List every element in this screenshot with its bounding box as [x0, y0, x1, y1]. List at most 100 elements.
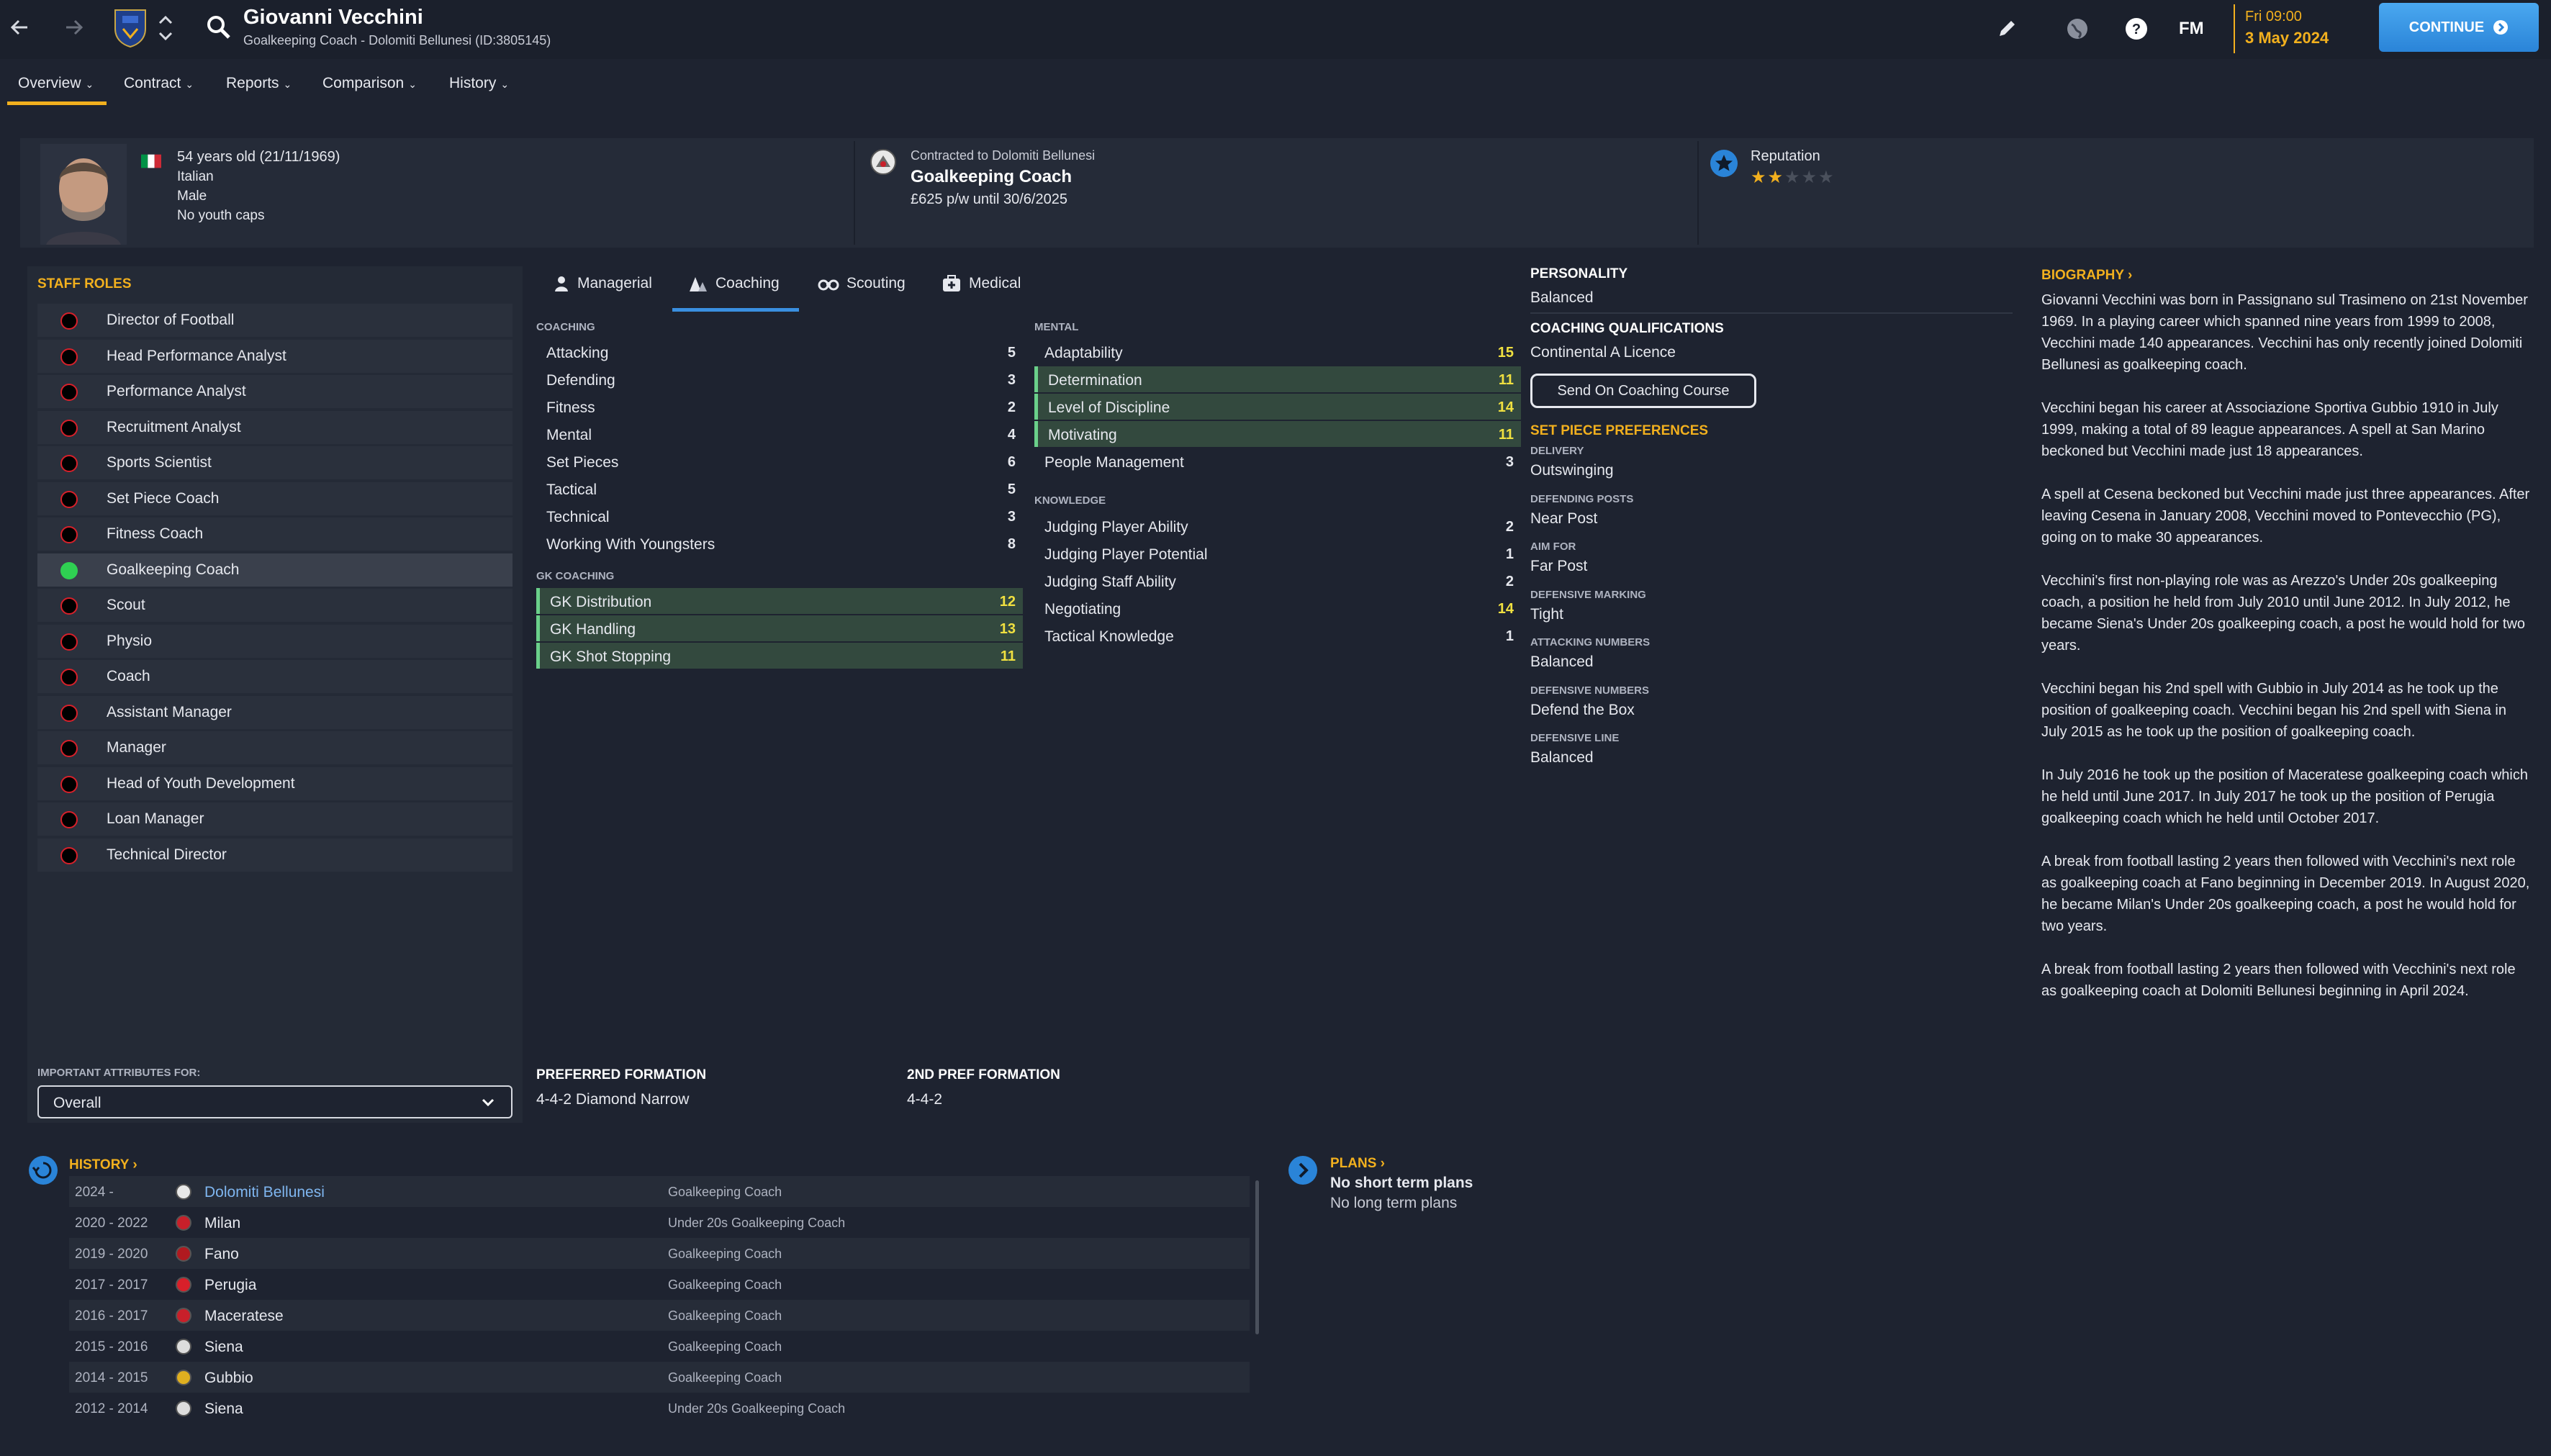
- attribute-value: 12: [999, 594, 1016, 610]
- tab-scouting[interactable]: Scouting: [818, 275, 906, 292]
- staff-role-item[interactable]: Physio: [37, 624, 513, 658]
- club-crest-icon[interactable]: [112, 7, 148, 48]
- world-globe-icon[interactable]: [2064, 16, 2090, 42]
- tab-managerial[interactable]: Managerial: [553, 275, 652, 292]
- help-icon[interactable]: ?: [2123, 16, 2149, 42]
- tab-history[interactable]: History ⌄: [449, 75, 509, 92]
- tab-coaching[interactable]: Coaching: [688, 275, 780, 292]
- history-scrollbar[interactable]: [1255, 1180, 1259, 1334]
- staff-role-item[interactable]: Head of Youth Development: [37, 767, 513, 800]
- tab-overview[interactable]: Overview ⌄: [18, 75, 94, 92]
- history-row[interactable]: 2016 - 2017 Maceratese Goalkeeping Coach: [69, 1300, 1250, 1331]
- staff-role-item[interactable]: Sports Scientist: [37, 446, 513, 479]
- attribute-value: 5: [1007, 481, 1016, 497]
- tab-comparison[interactable]: Comparison ⌄: [322, 75, 417, 92]
- club-badge-icon[interactable]: [870, 148, 897, 176]
- club-badge-icon: [176, 1277, 191, 1293]
- plans-link[interactable]: PLANS ›: [1330, 1156, 1385, 1172]
- history-years: 2015 - 2016: [75, 1339, 148, 1355]
- attribute-value: 13: [999, 621, 1016, 637]
- role-inactive-dot-icon: [60, 384, 78, 401]
- staff-role-item[interactable]: Coach: [37, 660, 513, 693]
- staff-role-item[interactable]: Assistant Manager: [37, 695, 513, 729]
- history-club-link[interactable]: Perugia: [204, 1277, 256, 1294]
- knowledge-group-label: KNOWLEDGE: [1034, 494, 1106, 507]
- plans-arrow-icon: [1288, 1156, 1317, 1185]
- top-bar: Giovanni Vecchini Goalkeeping Coach - Do…: [0, 0, 2551, 59]
- edit-pencil-icon[interactable]: [1994, 16, 2020, 42]
- back-arrow-icon[interactable]: [6, 13, 35, 42]
- history-club-link[interactable]: Siena: [204, 1339, 243, 1356]
- long-term-plans: No long term plans: [1330, 1195, 1458, 1211]
- personality-label: PERSONALITY: [1530, 266, 1628, 281]
- switch-staff-chevrons-icon[interactable]: [157, 10, 174, 46]
- history-link[interactable]: HISTORY ›: [69, 1157, 137, 1173]
- header-divider: [854, 141, 855, 245]
- attribute-name: Technical: [546, 509, 610, 525]
- history-club-link[interactable]: Maceratese: [204, 1308, 284, 1325]
- fm-menu-button[interactable]: FM: [2179, 19, 2204, 39]
- coaching-cones-icon: [690, 277, 707, 291]
- continue-label: CONTINUE: [2408, 19, 2485, 35]
- staff-role-label: Goalkeeping Coach: [107, 561, 240, 578]
- staff-name-title: Giovanni Vecchini: [243, 6, 423, 29]
- tab-reports[interactable]: Reports ⌄: [226, 75, 292, 92]
- staff-photo-avatar[interactable]: [40, 144, 127, 245]
- second-formation-label: 2ND PREF FORMATION: [907, 1067, 1060, 1082]
- staff-role-item[interactable]: Director of Football: [37, 304, 513, 337]
- send-on-coaching-course-button[interactable]: Send On Coaching Course: [1530, 374, 1756, 408]
- role-inactive-dot-icon: [60, 455, 78, 472]
- attribute-row: Fitness 2: [536, 394, 1023, 420]
- staff-role-item[interactable]: Set Piece Coach: [37, 481, 513, 515]
- tab-coaching-label: Coaching: [715, 275, 780, 291]
- history-row[interactable]: 2014 - 2015 Gubbio Goalkeeping Coach: [69, 1362, 1250, 1393]
- club-badge-icon: [176, 1370, 191, 1385]
- short-term-plans: No short term plans: [1330, 1175, 1473, 1191]
- set-piece-label: DEFENSIVE MARKING: [1530, 588, 1646, 601]
- history-row[interactable]: 2012 - 2014 Siena Under 20s Goalkeeping Co…: [69, 1393, 1250, 1424]
- staff-role-item[interactable]: Loan Manager: [37, 802, 513, 836]
- staff-role-item[interactable]: Goalkeeping Coach: [37, 553, 513, 587]
- forward-arrow-icon[interactable]: [59, 13, 88, 42]
- history-club-link[interactable]: Siena: [204, 1401, 243, 1418]
- tab-medical-label: Medical: [969, 275, 1021, 291]
- history-row[interactable]: 2020 - 2022 Milan Under 20s Goalkeeping Co…: [69, 1207, 1250, 1238]
- history-row[interactable]: 2019 - 2020 Fano Goalkeeping Coach: [69, 1238, 1250, 1269]
- role-inactive-dot-icon: [60, 490, 78, 508]
- tab-history-label: History: [449, 75, 497, 91]
- biography-link[interactable]: BIOGRAPHY ›: [2041, 268, 2132, 284]
- attribute-name: People Management: [1044, 454, 1184, 471]
- attribute-row: Tactical 5: [536, 476, 1023, 502]
- history-club-link[interactable]: Dolomiti Bellunesi: [204, 1184, 325, 1201]
- staff-nationality: Italian: [177, 169, 214, 184]
- history-row[interactable]: 2017 - 2017 Perugia Goalkeeping Coach: [69, 1269, 1250, 1300]
- staff-role-item[interactable]: Fitness Coach: [37, 517, 513, 551]
- history-row[interactable]: 2024 - Dolomiti Bellunesi Goalkeeping Coac…: [69, 1176, 1250, 1207]
- set-piece-value: Outswinging: [1530, 462, 1614, 479]
- tab-contract[interactable]: Contract ⌄: [124, 75, 194, 92]
- role-inactive-dot-icon: [60, 811, 78, 828]
- staff-role-item[interactable]: Scout: [37, 589, 513, 622]
- select-value: Overall: [53, 1095, 101, 1111]
- important-attributes-select[interactable]: Overall: [37, 1085, 513, 1118]
- staff-role-item[interactable]: Performance Analyst: [37, 375, 513, 408]
- attribute-name: Judging Staff Ability: [1044, 574, 1176, 590]
- attribute-row: Motivating 11: [1034, 421, 1521, 447]
- continue-button[interactable]: CONTINUE: [2379, 3, 2539, 52]
- staff-role-item[interactable]: Head Performance Analyst: [37, 339, 513, 373]
- history-club-link[interactable]: Milan: [204, 1215, 240, 1232]
- tab-medical[interactable]: Medical: [942, 275, 1021, 292]
- role-inactive-dot-icon: [60, 526, 78, 543]
- staff-role-item[interactable]: Manager: [37, 731, 513, 764]
- history-row[interactable]: 2015 - 2016 Siena Goalkeeping Coach: [69, 1331, 1250, 1362]
- staff-role-item[interactable]: Recruitment Analyst: [37, 410, 513, 444]
- attribute-value: 14: [1497, 601, 1514, 617]
- attribute-name: Negotiating: [1044, 601, 1121, 618]
- history-club-link[interactable]: Fano: [204, 1246, 239, 1263]
- attribute-value: 1: [1505, 546, 1514, 562]
- game-date[interactable]: Fri 09:00 3 May 2024: [2234, 4, 2362, 53]
- attribute-row: Technical 3: [536, 503, 1023, 529]
- staff-role-item[interactable]: Technical Director: [37, 838, 513, 872]
- history-club-link[interactable]: Gubbio: [204, 1370, 253, 1387]
- search-icon[interactable]: [206, 14, 232, 40]
